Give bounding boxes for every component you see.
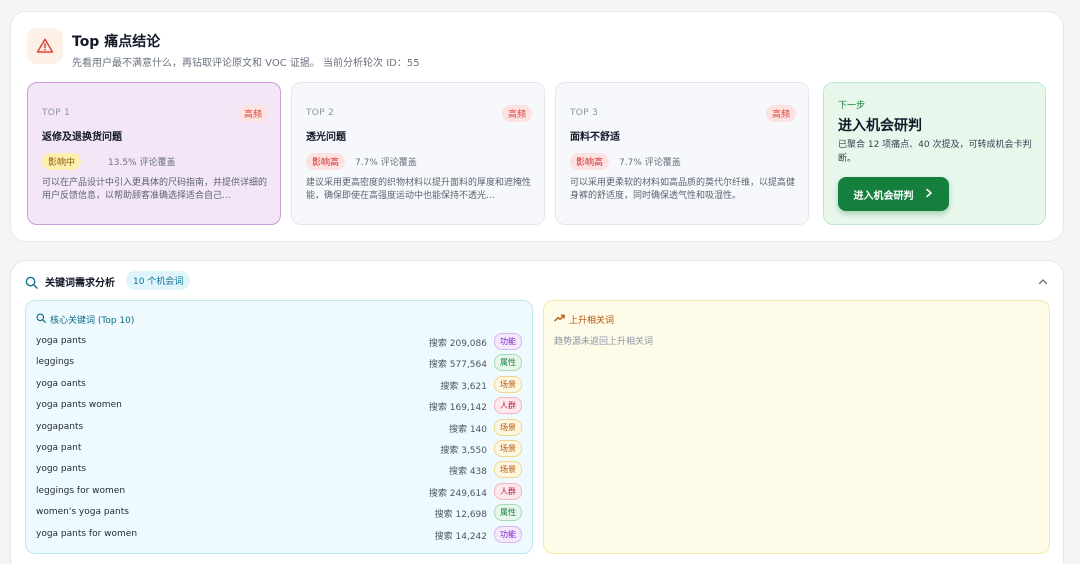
keyword-name: women's yoga pants <box>36 507 129 518</box>
pain-title: 返修及退换货问题 <box>42 132 122 143</box>
keyword-row[interactable]: leggings 搜索 577,564 属性 <box>36 353 522 373</box>
core-keywords-label: 核心关键词 (Top 10) <box>50 316 135 326</box>
search-volume: 搜索 12,698 <box>434 510 487 521</box>
impact-badge: 影响高 <box>570 153 610 170</box>
keyword-tag: 功能 <box>494 525 522 543</box>
coverage-text: 7.7% 评论覆盖 <box>619 158 681 168</box>
pain-description: 建议采用更高密度的织物材料以提升面料的厚度和遮掩性能，确保即使在高强度运动中也能… <box>306 178 532 201</box>
chevron-right-icon <box>924 188 934 201</box>
search-volume: 搜索 249,614 <box>428 488 487 499</box>
keyword-tag: 场景 <box>494 461 522 479</box>
search-volume: 搜索 577,564 <box>428 360 487 371</box>
pain-description: 可以在产品设计中引入更具体的尺码指南，并提供详细的用户反馈信息，以帮助顾客准确选… <box>42 178 268 201</box>
keyword-row[interactable]: leggings for women 搜索 249,614 人群 <box>36 482 522 502</box>
search-volume: 搜索 140 <box>448 424 487 435</box>
keyword-name: yogo pants <box>36 464 87 475</box>
trending-up-icon <box>554 313 565 326</box>
pain-description: 可以采用更柔软的材料如高品质的莫代尔纤维，以提高健身裤的舒适度，同时确保透气性和… <box>570 178 796 201</box>
rising-empty-message: 趋势源未返回上升相关词 <box>554 337 654 347</box>
core-keywords-panel: 核心关键词 (Top 10) yoga pants 搜索 209,086 功能 leg… <box>25 300 533 554</box>
frequency-badge: 高频 <box>237 105 268 122</box>
keyword-name: yoga pants for women <box>36 528 138 539</box>
frequency-badge: 高频 <box>501 105 532 122</box>
section-subtitle: 先看用户最不满意什么，再钻取评论原文和 VOC 证据。 当前分析轮次 ID：55 <box>72 58 420 69</box>
keyword-row[interactable]: yoga pants for women 搜索 14,242 功能 <box>36 525 522 545</box>
keyword-name: yoga pants <box>36 336 87 346</box>
section-title: Top 痛点结论 <box>72 34 161 50</box>
keyword-name: yoga pant <box>36 443 82 453</box>
opportunity-count-badge: 10 个机会词 <box>126 271 191 290</box>
keyword-tag: 场景 <box>494 440 522 457</box>
keyword-tag: 场景 <box>494 418 522 436</box>
pain-point-card-3[interactable]: TOP 3 高频 面料不舒适 影响高 7.7% 评论覆盖 可以采用更柔软的材料如… <box>555 82 809 225</box>
enter-opportunity-button[interactable]: 进入机会研判 <box>838 177 949 211</box>
keyword-name: leggings for women <box>36 485 126 496</box>
frequency-badge: 高频 <box>765 105 796 122</box>
coverage-text: 7.7% 评论覆盖 <box>355 158 417 168</box>
pain-title: 面料不舒适 <box>570 132 620 143</box>
keyword-row[interactable]: women's yoga pants 搜索 12,698 属性 <box>36 503 522 523</box>
rising-keywords-title: 上升相关词 <box>554 313 614 326</box>
warning-icon <box>27 28 63 64</box>
keyword-analysis-card: 关键词需求分析 10 个机会词 核心关键词 (Top 10) yoga pant… <box>10 260 1064 564</box>
keyword-row[interactable]: yoga pants women 搜索 169,142 人群 <box>36 396 522 416</box>
next-step-label: 下一步 <box>838 101 866 111</box>
rising-keywords-panel: 上升相关词 趋势源未返回上升相关词 <box>543 300 1050 554</box>
keyword-row[interactable]: yogapants 搜索 140 场景 <box>36 418 522 438</box>
button-label: 进入机会研判 <box>853 190 914 202</box>
search-icon <box>25 274 38 293</box>
top-pain-points-card: Top 痛点结论 先看用户最不满意什么，再钻取评论原文和 VOC 证据。 当前分… <box>10 11 1064 242</box>
impact-badge: 影响中 <box>42 153 82 170</box>
keyword-row[interactable]: yoga oants 搜索 3,621 场景 <box>36 375 522 395</box>
pain-rank: TOP 1 <box>42 108 71 118</box>
next-step-title: 进入机会研判 <box>838 118 922 134</box>
pain-point-card-1[interactable]: TOP 1 高频 返修及退换货问题 影响中 13.5% 评论覆盖 可以在产品设计… <box>27 82 281 225</box>
keyword-tag: 功能 <box>494 333 522 350</box>
coverage-text: 13.5% 评论覆盖 <box>108 158 176 168</box>
pain-rank: TOP 3 <box>570 108 599 118</box>
keyword-row[interactable]: yoga pant 搜索 3,550 场景 <box>36 439 522 459</box>
search-volume: 搜索 169,142 <box>428 403 487 414</box>
keyword-name: yoga oants <box>36 378 86 389</box>
search-volume: 搜索 14,242 <box>434 531 487 542</box>
search-volume: 搜索 438 <box>448 467 487 478</box>
search-volume: 搜索 3,550 <box>440 446 487 456</box>
keyword-tag: 属性 <box>494 504 522 522</box>
pain-title: 透光问题 <box>306 132 346 143</box>
rising-keywords-label: 上升相关词 <box>569 316 615 326</box>
keyword-section-title: 关键词需求分析 <box>45 278 115 289</box>
keyword-row[interactable]: yogo pants 搜索 438 场景 <box>36 460 522 480</box>
pain-point-card-2[interactable]: TOP 2 高频 透光问题 影响高 7.7% 评论覆盖 建议采用更高密度的织物材… <box>291 82 545 225</box>
collapse-chevron-icon[interactable] <box>1037 273 1049 292</box>
next-step-description: 已聚合 12 项痛点、40 次提及，可转成机会卡判断。 <box>838 140 1032 164</box>
next-step-card: 下一步 进入机会研判 已聚合 12 项痛点、40 次提及，可转成机会卡判断。 进… <box>823 82 1046 225</box>
keyword-name: yogapants <box>36 421 84 432</box>
impact-badge: 影响高 <box>306 153 346 170</box>
core-keywords-title: 核心关键词 (Top 10) <box>36 313 134 326</box>
keyword-row[interactable]: yoga pants 搜索 209,086 功能 <box>36 332 522 352</box>
search-volume: 搜索 3,621 <box>440 381 487 392</box>
keyword-tag: 属性 <box>494 354 522 372</box>
keyword-tag: 场景 <box>494 375 522 393</box>
keyword-tag: 人群 <box>494 482 522 500</box>
keyword-name: yoga pants women <box>36 400 122 411</box>
keyword-tag: 人群 <box>494 397 522 415</box>
pain-rank: TOP 2 <box>306 108 335 118</box>
search-volume: 搜索 209,086 <box>428 339 487 349</box>
keyword-name: leggings <box>36 357 75 368</box>
search-icon <box>36 313 46 326</box>
